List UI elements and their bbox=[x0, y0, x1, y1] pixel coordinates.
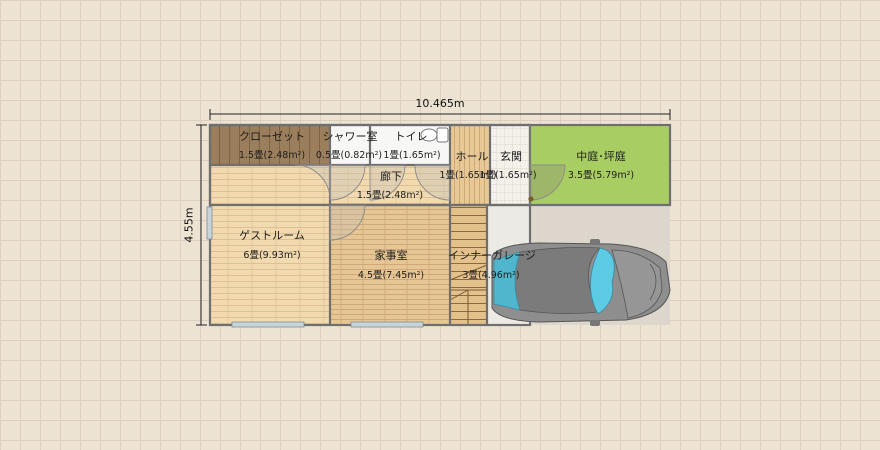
room-closet bbox=[210, 125, 330, 165]
door-handle bbox=[528, 196, 534, 202]
floor-plan bbox=[196, 109, 672, 328]
room-entrance bbox=[490, 125, 530, 205]
room-hall bbox=[450, 125, 490, 205]
toilet-fixture bbox=[420, 127, 449, 143]
car bbox=[491, 239, 671, 326]
room-shower bbox=[330, 125, 370, 165]
room-guestroom bbox=[210, 165, 330, 325]
